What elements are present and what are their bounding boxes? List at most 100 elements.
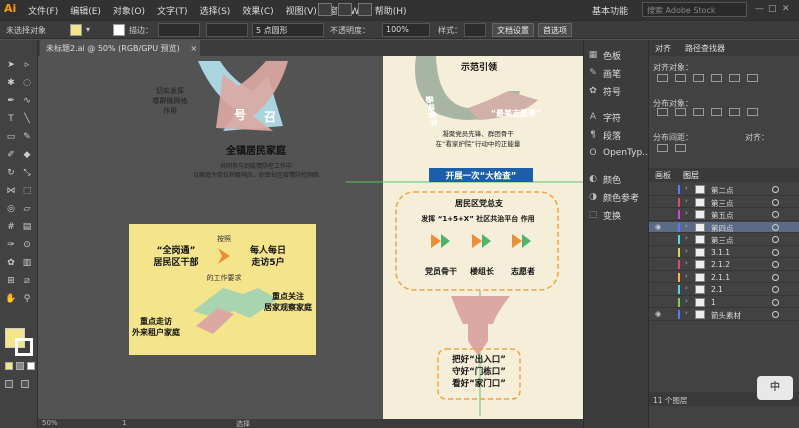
layer-name[interactable]: 箭头素材 <box>711 310 741 321</box>
layer-name[interactable]: 2.1.1 <box>711 273 730 282</box>
align-button-icon[interactable] <box>711 108 722 116</box>
layer-row[interactable]: › 第五点 <box>649 209 799 221</box>
symbol-sprayer-icon[interactable]: ✿ <box>5 258 17 268</box>
align-button-icon[interactable] <box>729 108 740 116</box>
menu-item-4[interactable]: 选择(S) <box>200 4 231 17</box>
direct-selection-icon[interactable]: ▹ <box>21 60 33 70</box>
yellow-card[interactable]: 按照 “全岗通” 居民区干部 每人每日 走访5户 的工作要求 重点关注 居家观察… <box>129 224 316 355</box>
document-setup-button[interactable]: 文档设置 <box>492 23 534 37</box>
style-dropdown[interactable] <box>464 23 486 37</box>
layer-name[interactable]: 3.1.1 <box>711 248 730 257</box>
align-button-icon[interactable] <box>675 74 686 82</box>
slice-tool-icon[interactable]: ⧄ <box>21 276 33 286</box>
align-button-icon[interactable] <box>693 108 704 116</box>
arrange-docs-icon[interactable] <box>358 3 372 16</box>
shaper-icon[interactable]: ✐ <box>5 150 17 160</box>
menu-item-5[interactable]: 效果(C) <box>242 4 273 17</box>
tab-artboards[interactable]: 画板 <box>655 170 671 181</box>
perspective-icon[interactable]: ▱ <box>21 204 33 214</box>
maximize-icon[interactable]: □ <box>768 4 777 14</box>
dock-item-character[interactable]: A 字符 <box>588 110 621 124</box>
fill-swatch[interactable] <box>70 24 82 36</box>
target-circle-icon[interactable] <box>772 248 779 256</box>
target-circle-icon[interactable] <box>772 298 779 306</box>
mesh-tool-icon[interactable]: # <box>5 222 17 232</box>
align-button-icon[interactable] <box>747 74 758 82</box>
rotate-tool-icon[interactable]: ↻ <box>5 168 17 178</box>
expand-arrow-icon[interactable]: › <box>685 234 688 242</box>
stroke-color-box[interactable] <box>15 338 33 356</box>
expand-arrow-icon[interactable]: › <box>685 247 688 255</box>
layer-name[interactable]: 2.1 <box>711 285 723 294</box>
dock-item-brush[interactable]: ✎ 画笔 <box>588 66 621 80</box>
free-transform-icon[interactable]: ⬚ <box>21 186 33 196</box>
align-button-icon[interactable] <box>675 108 686 116</box>
layer-name[interactable]: 第三点 <box>711 235 734 246</box>
width-tool-icon[interactable]: ⋈ <box>5 186 17 196</box>
layer-name[interactable]: 第二点 <box>711 185 734 196</box>
close-icon[interactable]: ✕ <box>782 4 790 14</box>
layer-row[interactable]: › 2.1.1 <box>649 272 799 283</box>
dock-item-swatches[interactable]: ▦ 色板 <box>588 48 621 62</box>
fill-dropdown-icon[interactable]: ▾ <box>86 25 90 34</box>
dock-item-color-guide[interactable]: ◑ 颜色参考 <box>588 190 639 204</box>
dock-item-opentype[interactable]: O OpenTyp... <box>588 146 650 160</box>
gradient-tool-icon[interactable]: ▤ <box>21 222 33 232</box>
align-button-icon[interactable] <box>711 74 722 82</box>
expand-arrow-icon[interactable]: › <box>685 259 688 267</box>
layer-row[interactable]: › 2.1.2 <box>649 259 799 271</box>
magic-wand-icon[interactable]: ✱ <box>5 78 17 88</box>
align-button-icon[interactable] <box>657 144 668 152</box>
menu-item-0[interactable]: 文件(F) <box>28 4 58 17</box>
bridge-icon[interactable] <box>318 3 332 16</box>
curvature-icon[interactable]: ∿ <box>21 96 33 106</box>
target-circle-icon[interactable] <box>772 311 779 318</box>
target-circle-icon[interactable] <box>772 261 779 268</box>
eraser-icon[interactable]: ◆ <box>21 150 33 160</box>
visibility-eye-icon[interactable]: ◉ <box>655 223 661 231</box>
screen-mode-icon[interactable] <box>21 380 29 388</box>
zoom-tool-icon[interactable]: ⚲ <box>21 294 33 304</box>
menu-item-1[interactable]: 编辑(E) <box>70 4 101 17</box>
target-circle-icon[interactable] <box>772 211 779 218</box>
menu-item-3[interactable]: 文字(T) <box>157 4 188 17</box>
tab-align[interactable]: 对齐 <box>655 43 671 54</box>
tab-layers[interactable]: 图层 <box>683 170 699 181</box>
dock-item-color[interactable]: ◐ 颜色 <box>588 172 621 186</box>
brush-definition[interactable]: 5 点圆形 <box>252 23 324 37</box>
expand-arrow-icon[interactable]: › <box>685 209 688 217</box>
layer-row[interactable]: › 1 <box>649 297 799 308</box>
expand-arrow-icon[interactable]: › <box>685 309 688 317</box>
blend-tool-icon[interactable]: ⊙ <box>21 240 33 250</box>
lasso-icon[interactable]: ◌ <box>21 78 33 88</box>
layer-name[interactable]: 2.1.2 <box>711 260 730 269</box>
menu-item-8[interactable]: 帮助(H) <box>375 4 407 17</box>
graph-tool-icon[interactable]: ▥ <box>21 258 33 268</box>
layer-row[interactable]: › 第三点 <box>649 197 799 209</box>
expand-arrow-icon[interactable]: › <box>685 197 688 205</box>
menu-item-2[interactable]: 对象(O) <box>113 4 145 17</box>
rectangle-tool-icon[interactable]: ▭ <box>5 132 17 142</box>
hand-tool-icon[interactable]: ✋ <box>5 294 17 304</box>
layer-name[interactable]: 1 <box>711 298 716 307</box>
target-circle-icon[interactable] <box>772 223 779 231</box>
align-button-icon[interactable] <box>747 108 758 116</box>
artboard-tool-icon[interactable]: ⊞ <box>5 276 17 286</box>
layer-name[interactable]: 第三点 <box>711 198 734 209</box>
expand-arrow-icon[interactable]: › <box>685 184 688 192</box>
target-circle-icon[interactable] <box>772 186 779 193</box>
workspace-switcher[interactable]: 基本功能 <box>592 4 628 17</box>
align-button-icon[interactable] <box>657 74 668 82</box>
layer-row[interactable]: ◉ › 第四点 <box>649 221 799 233</box>
target-circle-icon[interactable] <box>772 286 779 293</box>
stroke-swatch[interactable] <box>113 24 125 36</box>
dock-item-paragraph[interactable]: ¶ 段落 <box>588 128 621 142</box>
selection-tool-icon[interactable]: ➤ <box>5 60 17 70</box>
variable-width-field[interactable] <box>206 23 248 37</box>
gradient-mode-icon[interactable] <box>16 362 24 370</box>
tab-pathfinder[interactable]: 路径查找器 <box>685 43 725 54</box>
zoom-level[interactable]: 50% <box>42 419 58 427</box>
paintbrush-icon[interactable]: ✎ <box>21 132 33 142</box>
draw-mode-icon[interactable] <box>5 380 13 388</box>
layer-row[interactable]: › 第三点 <box>649 234 799 246</box>
